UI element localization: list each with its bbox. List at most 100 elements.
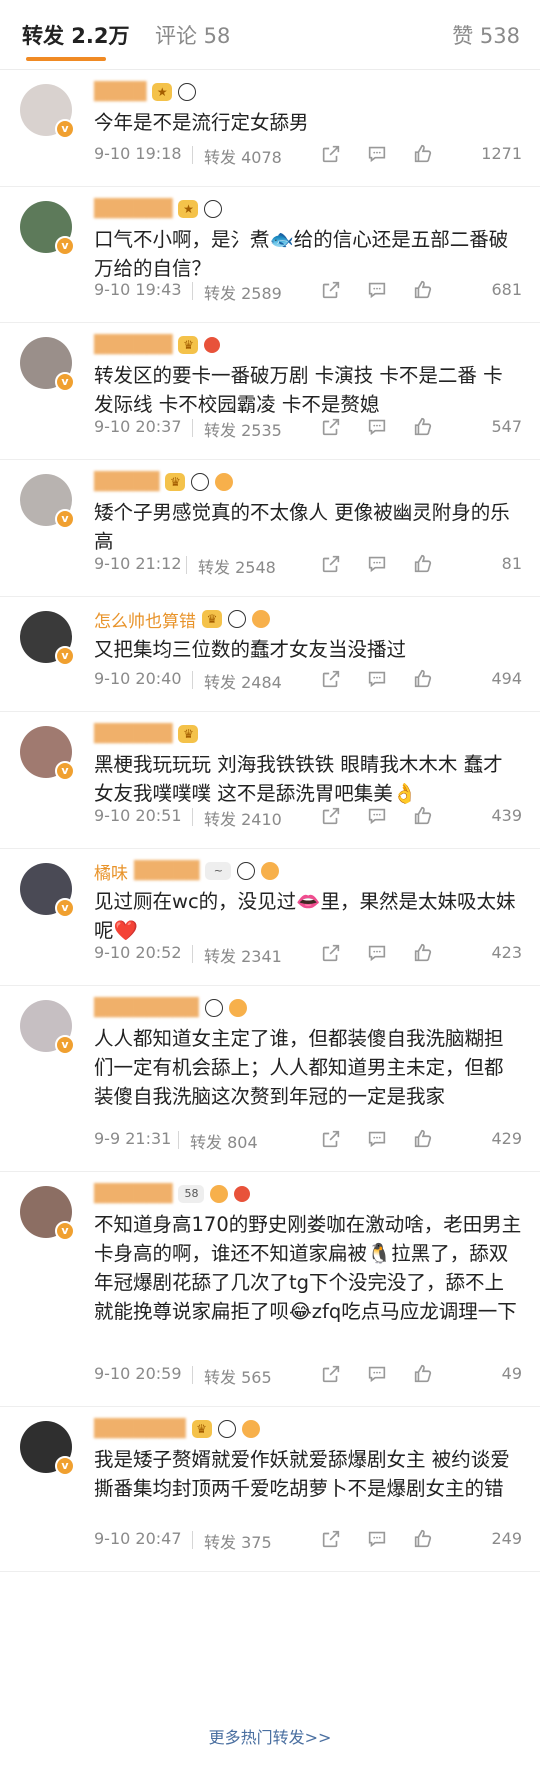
comment-text: 口气不小啊，是氵煮🐟给的信心还是五部二番破万给的自信？ — [94, 228, 509, 280]
list-item[interactable]: v ████████ 人人都知道女主定了谁，但都装傻自我洗脑糊担们一定有机会舔上… — [0, 986, 540, 1172]
comment-icon[interactable] — [366, 279, 388, 301]
repost-count[interactable]: 转发 2341 — [204, 943, 282, 967]
username-redacted[interactable]: ██████ — [94, 724, 172, 744]
like-count: 547 — [491, 417, 522, 436]
username-redacted[interactable]: ██████ — [94, 335, 172, 355]
meta-row: 9-10 20:52 转发 2341 423 — [94, 941, 522, 967]
like-icon[interactable] — [412, 416, 434, 438]
repost-count[interactable]: 转发 565 — [204, 1364, 272, 1388]
like-count: 1271 — [481, 144, 522, 163]
list-item[interactable]: v ██████ 58 不知道身高170的野史刚娄咖在激动啥，老田男主卡身高的啊… — [0, 1172, 540, 1407]
avatar[interactable]: v — [20, 611, 75, 666]
comment-icon[interactable] — [366, 1528, 388, 1550]
avatar[interactable]: v — [20, 1000, 75, 1055]
list-item[interactable]: v 怎么帅也算错 ♛ 又把集均三位数的蠢才女友当没播过 9-10 20:40 转… — [0, 597, 540, 712]
divider — [186, 556, 187, 574]
like-icon[interactable] — [412, 805, 434, 827]
avatar[interactable]: v — [20, 1186, 75, 1241]
panda-badge-icon — [237, 862, 256, 880]
repost-count[interactable]: 转发 2410 — [204, 806, 282, 830]
share-icon[interactable] — [320, 279, 342, 301]
avatar[interactable]: v — [20, 474, 75, 529]
verified-badge-icon: v — [55, 1035, 75, 1055]
avatar[interactable]: v — [20, 726, 75, 781]
username-row: █████ ♛ — [94, 470, 234, 494]
username-redacted[interactable]: ████████ — [94, 998, 199, 1018]
comment-icon[interactable] — [366, 942, 388, 964]
username-redacted[interactable]: ██████ — [94, 199, 172, 219]
red-badge-icon — [234, 1186, 251, 1202]
comment-icon[interactable] — [366, 805, 388, 827]
avatar[interactable]: v — [20, 201, 75, 256]
username[interactable]: 怎么帅也算错 — [94, 607, 196, 632]
username-redacted[interactable]: █████ — [134, 861, 199, 881]
list-item[interactable]: v █████ ♛ 矮个子男感觉真的不太像人 更像被幽灵附身的乐高 9-10 2… — [0, 460, 540, 597]
share-icon[interactable] — [320, 668, 342, 690]
more-hot-reposts-link[interactable]: 更多热门转发>> — [0, 1724, 540, 1748]
red-badge-icon — [204, 337, 221, 353]
repost-count[interactable]: 转发 2548 — [198, 554, 276, 578]
like-icon[interactable] — [412, 279, 434, 301]
panda-badge-icon — [191, 473, 210, 491]
tab-likes[interactable]: 赞 538 — [452, 20, 520, 50]
timestamp: 9-10 21:12 — [94, 554, 182, 573]
avatar[interactable]: v — [20, 863, 75, 918]
list-item[interactable]: v ███████ ♛ 我是矮子赘婿就爱作妖就爱舔爆剧女主 被约谈爱撕番集均封顶… — [0, 1407, 540, 1572]
comment-icon[interactable] — [366, 416, 388, 438]
tab-comments[interactable]: 评论 58 — [155, 20, 230, 50]
avatar[interactable]: v — [20, 84, 75, 139]
username-redacted[interactable]: █████ — [94, 472, 159, 492]
username-redacted[interactable]: ████ — [94, 82, 146, 102]
username-row: 橘味 █████ ~ — [94, 859, 280, 884]
like-icon[interactable] — [412, 1528, 434, 1550]
share-icon[interactable] — [320, 143, 342, 165]
like-icon[interactable] — [412, 143, 434, 165]
comment-icon[interactable] — [366, 1128, 388, 1150]
username-redacted[interactable]: ██████ — [94, 1184, 172, 1204]
username-row: 怎么帅也算错 ♛ — [94, 607, 270, 632]
like-icon[interactable] — [412, 668, 434, 690]
tab-reposts[interactable]: 转发 2.2万 — [22, 20, 130, 50]
comment-icon[interactable] — [366, 143, 388, 165]
comment-icon[interactable] — [366, 1363, 388, 1385]
username-row: ██████ 58 — [94, 1182, 251, 1206]
fish-badge-icon — [261, 862, 280, 880]
list-item[interactable]: v ████ ★ 今年是不是流行定女舔男 9-10 19:18 转发 4078 … — [0, 70, 540, 187]
divider — [192, 945, 193, 963]
like-icon[interactable] — [412, 942, 434, 964]
repost-count[interactable]: 转发 2535 — [204, 417, 282, 441]
share-icon[interactable] — [320, 805, 342, 827]
divider — [192, 808, 193, 826]
share-icon[interactable] — [320, 942, 342, 964]
badge-icon: ♛ — [165, 473, 186, 491]
comment-text: 人人都知道女主定了谁，但都装傻自我洗脑糊担们一定有机会舔上；人人都知道男主未定，… — [94, 1027, 504, 1108]
like-count: 494 — [491, 669, 522, 688]
share-icon[interactable] — [320, 1363, 342, 1385]
like-icon[interactable] — [412, 1128, 434, 1150]
comment-text: 黑梗我玩玩玩 刘海我铁铁铁 眼睛我木木木 蠢才女友我噗噗噗 这不是舔洗胃吧集美👌 — [94, 753, 503, 805]
share-icon[interactable] — [320, 553, 342, 575]
share-icon[interactable] — [320, 1528, 342, 1550]
repost-count[interactable]: 转发 2484 — [204, 669, 282, 693]
share-icon[interactable] — [320, 416, 342, 438]
panda-badge-icon — [204, 999, 223, 1017]
avatar[interactable]: v — [20, 337, 75, 392]
username-redacted[interactable]: ███████ — [94, 1419, 186, 1439]
avatar[interactable]: v — [20, 1421, 75, 1476]
list-item[interactable]: v ██████ ♛ 转发区的要卡一番破万剧 卡演技 卡不是二番 卡发际线 卡不… — [0, 323, 540, 460]
username[interactable]: 橘味 — [94, 859, 128, 884]
verified-badge-icon: v — [55, 236, 75, 256]
list-item[interactable]: v ██████ ★ 口气不小啊，是氵煮🐟给的信心还是五部二番破万给的自信？ 9… — [0, 187, 540, 323]
fish-badge-icon — [252, 610, 270, 628]
list-item[interactable]: v 橘味 █████ ~ 见过厕在wc的，没见过👄里，果然是太妹吸太妹呢❤️ 9… — [0, 849, 540, 986]
like-icon[interactable] — [412, 553, 434, 575]
repost-count[interactable]: 转发 375 — [204, 1529, 272, 1553]
comment-icon[interactable] — [366, 668, 388, 690]
comment-icon[interactable] — [366, 553, 388, 575]
repost-count[interactable]: 转发 4078 — [204, 144, 282, 168]
share-icon[interactable] — [320, 1128, 342, 1150]
repost-count[interactable]: 转发 2589 — [204, 280, 282, 304]
like-icon[interactable] — [412, 1363, 434, 1385]
list-item[interactable]: v ██████ ♛ 黑梗我玩玩玩 刘海我铁铁铁 眼睛我木木木 蠢才女友我噗噗噗… — [0, 712, 540, 849]
repost-count[interactable]: 转发 804 — [190, 1129, 258, 1153]
